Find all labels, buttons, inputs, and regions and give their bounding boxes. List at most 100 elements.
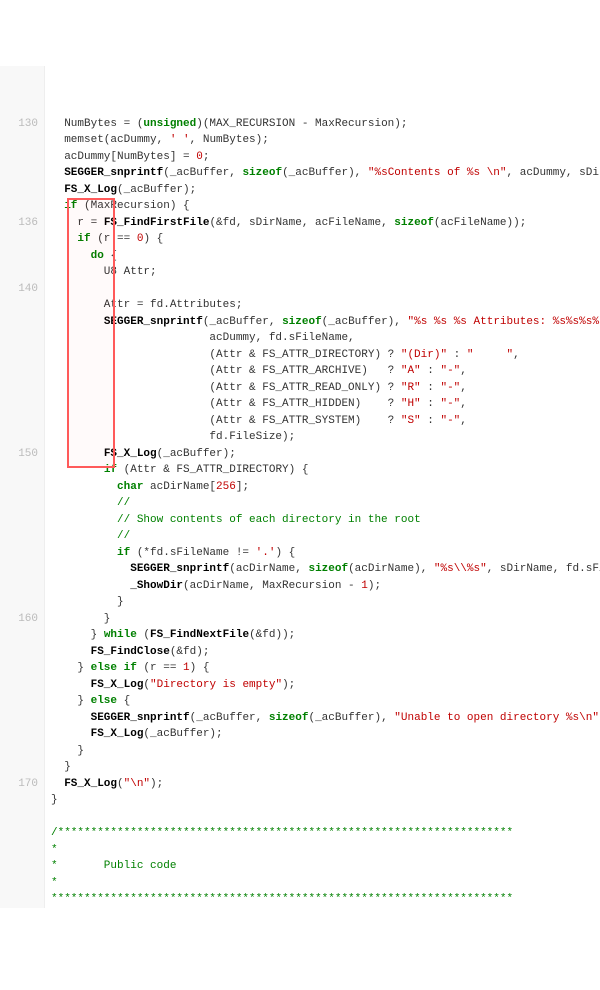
line-number [0, 429, 38, 446]
code-line[interactable]: } [51, 759, 600, 776]
code-line[interactable]: SEGGER_snprintf(acDirName, sizeof(acDirN… [51, 561, 600, 578]
line-number [0, 330, 38, 347]
code-line[interactable] [51, 281, 600, 298]
code-line[interactable]: FS_FindClose(&fd); [51, 644, 600, 661]
line-number [0, 710, 38, 727]
code-line[interactable]: acDummy, fd.sFileName, [51, 330, 600, 347]
code-line[interactable]: * [51, 842, 600, 859]
line-number [0, 132, 38, 149]
code-line[interactable]: NumBytes = (unsigned)(MAX_RECURSION - Ma… [51, 116, 600, 133]
line-number [0, 677, 38, 694]
code-line[interactable]: char acDirName[256]; [51, 479, 600, 496]
code-line[interactable]: FS_X_Log("\n"); [51, 776, 600, 793]
line-number [0, 528, 38, 545]
line-number: 136 [0, 215, 38, 232]
code-line[interactable]: if (Attr & FS_ATTR_DIRECTORY) { [51, 462, 600, 479]
line-number [0, 165, 38, 182]
line-number [0, 743, 38, 760]
code-line[interactable]: FS_X_Log("Directory is empty"); [51, 677, 600, 694]
line-number [0, 149, 38, 166]
code-line[interactable]: if (r == 0) { [51, 231, 600, 248]
code-line[interactable]: (Attr & FS_ATTR_SYSTEM) ? "S" : "-", [51, 413, 600, 430]
code-line[interactable]: } else { [51, 693, 600, 710]
line-number [0, 561, 38, 578]
code-line[interactable]: // [51, 528, 600, 545]
code-line[interactable]: (Attr & FS_ATTR_ARCHIVE) ? "A" : "-", [51, 363, 600, 380]
line-number [0, 594, 38, 611]
line-number [0, 495, 38, 512]
line-number [0, 231, 38, 248]
line-number [0, 858, 38, 875]
line-number [0, 297, 38, 314]
code-line[interactable]: /***************************************… [51, 825, 600, 842]
code-line[interactable]: // [51, 495, 600, 512]
code-line[interactable]: } [51, 594, 600, 611]
code-line[interactable]: Attr = fd.Attributes; [51, 297, 600, 314]
line-number [0, 363, 38, 380]
code-line[interactable]: } [51, 792, 600, 809]
line-number [0, 726, 38, 743]
line-number [0, 380, 38, 397]
line-number: 150 [0, 446, 38, 463]
line-number [0, 545, 38, 562]
code-line[interactable]: * [51, 875, 600, 892]
line-number [0, 693, 38, 710]
line-number [0, 627, 38, 644]
line-number-gutter: 130 136 140 150 160 170 [0, 66, 45, 908]
code-line[interactable]: } while (FS_FindNextFile(&fd)); [51, 627, 600, 644]
line-number: 160 [0, 611, 38, 628]
line-number [0, 842, 38, 859]
line-number [0, 578, 38, 595]
line-number [0, 644, 38, 661]
line-number [0, 809, 38, 826]
code-editor: 130 136 140 150 160 170 NumBytes = (unsigned)… [0, 66, 600, 908]
code-line[interactable]: FS_X_Log(_acBuffer); [51, 182, 600, 199]
line-number [0, 396, 38, 413]
line-number [0, 413, 38, 430]
line-number [0, 479, 38, 496]
line-number [0, 198, 38, 215]
code-line[interactable]: SEGGER_snprintf(_acBuffer, sizeof(_acBuf… [51, 710, 600, 727]
code-line[interactable]: r = FS_FindFirstFile(&fd, sDirName, acFi… [51, 215, 600, 232]
line-number [0, 660, 38, 677]
line-number [0, 182, 38, 199]
code-line[interactable]: ****************************************… [51, 891, 600, 908]
line-number [0, 792, 38, 809]
line-number [0, 66, 38, 83]
code-line[interactable]: if (MaxRecursion) { [51, 198, 600, 215]
line-number [0, 99, 38, 116]
line-number [0, 759, 38, 776]
code-line[interactable]: do { [51, 248, 600, 265]
code-line[interactable]: FS_X_Log(_acBuffer); [51, 446, 600, 463]
line-number [0, 248, 38, 265]
code-line[interactable]: (Attr & FS_ATTR_READ_ONLY) ? "R" : "-", [51, 380, 600, 397]
line-number [0, 462, 38, 479]
code-line[interactable]: (Attr & FS_ATTR_HIDDEN) ? "H" : "-", [51, 396, 600, 413]
code-line[interactable]: (Attr & FS_ATTR_DIRECTORY) ? "(Dir)" : "… [51, 347, 600, 364]
line-number: 140 [0, 281, 38, 298]
code-area[interactable]: NumBytes = (unsigned)(MAX_RECURSION - Ma… [45, 66, 600, 908]
code-line[interactable]: acDummy[NumBytes] = 0; [51, 149, 600, 166]
line-number [0, 512, 38, 529]
line-number: 130 [0, 116, 38, 133]
line-number [0, 83, 38, 100]
code-line[interactable] [51, 809, 600, 826]
line-number [0, 314, 38, 331]
line-number [0, 264, 38, 281]
line-number [0, 825, 38, 842]
code-line[interactable]: } else if (r == 1) { [51, 660, 600, 677]
code-line[interactable]: SEGGER_snprintf(_acBuffer, sizeof(_acBuf… [51, 314, 600, 331]
line-number: 170 [0, 776, 38, 793]
code-line[interactable]: * Public code [51, 858, 600, 875]
code-line[interactable]: } [51, 611, 600, 628]
code-line[interactable]: if (*fd.sFileName != '.') { [51, 545, 600, 562]
code-line[interactable]: // Show contents of each directory in th… [51, 512, 600, 529]
code-line[interactable]: memset(acDummy, ' ', NumBytes); [51, 132, 600, 149]
line-number [0, 347, 38, 364]
code-line[interactable]: _ShowDir(acDirName, MaxRecursion - 1); [51, 578, 600, 595]
code-line[interactable]: SEGGER_snprintf(_acBuffer, sizeof(_acBuf… [51, 165, 600, 182]
code-line[interactable]: fd.FileSize); [51, 429, 600, 446]
code-line[interactable]: } [51, 743, 600, 760]
code-line[interactable]: FS_X_Log(_acBuffer); [51, 726, 600, 743]
code-line[interactable]: U8 Attr; [51, 264, 600, 281]
